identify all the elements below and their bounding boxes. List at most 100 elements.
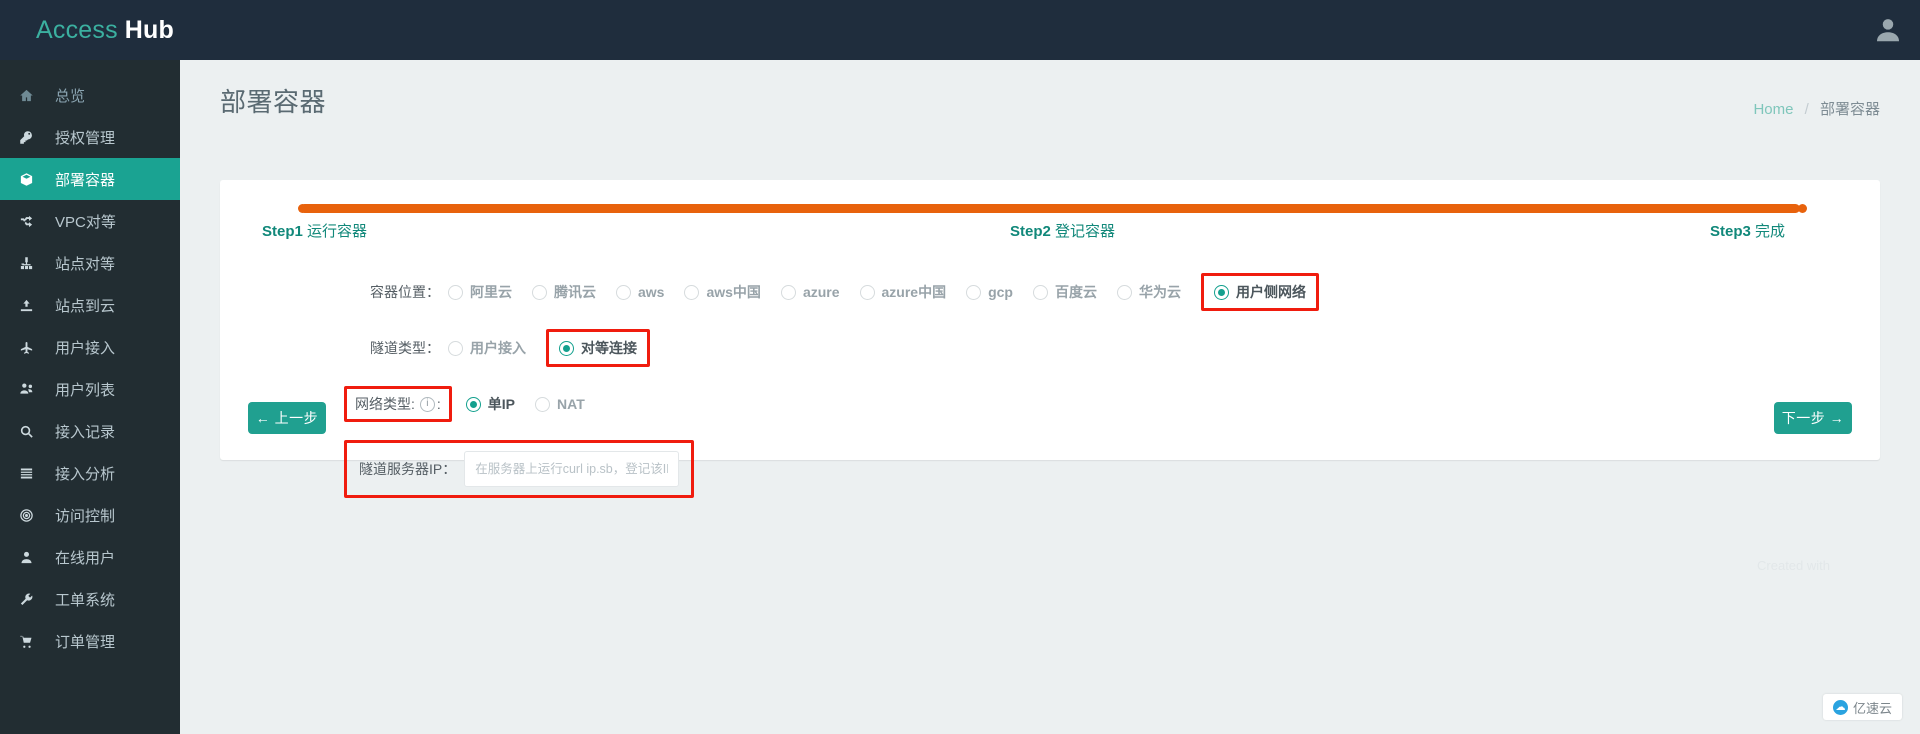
brand-name-first: Access: [36, 15, 118, 44]
stepper-name-2: 登记容器: [1055, 223, 1116, 240]
upload-icon: [19, 298, 45, 313]
sidebar-item-label: 在线用户: [55, 549, 116, 567]
sidebar-item-在线用户[interactable]: 在线用户: [0, 536, 180, 578]
tunnel-type-label: 隧道类型：: [370, 340, 440, 356]
deploy-container-panel: Step1 运行容器 Step2 登记容器 Step3 完成 容器位置： 阿里云…: [220, 180, 1880, 498]
stepper-name-1: 运行容器: [307, 223, 368, 240]
cloud-icon: ☁: [1832, 699, 1848, 715]
plane-icon: [19, 340, 45, 355]
users-icon: [19, 381, 45, 397]
user-avatar-button[interactable]: [1856, 0, 1920, 60]
sidebar-item-总览[interactable]: 总览: [0, 74, 180, 116]
location-option-label: 华为云: [1138, 284, 1181, 300]
sidebar-item-接入分析[interactable]: 接入分析: [0, 452, 180, 494]
sidebar-item-接入记录[interactable]: 接入记录: [0, 410, 180, 452]
user-avatar-icon: [1877, 19, 1899, 42]
sidebar-item-label: 总览: [55, 87, 86, 105]
sidebar-item-label: 用户接入: [55, 339, 116, 357]
radio-icon-selected[interactable]: [1213, 284, 1229, 300]
brand-name-second: Hub: [124, 15, 174, 44]
location-option-用户侧网络[interactable]: 用户侧网络: [1213, 282, 1306, 302]
search-icon: [19, 424, 45, 439]
sidebar-item-label: 站点到云: [55, 297, 116, 315]
sidebar-item-label: 站点对等: [55, 255, 116, 273]
sidebar-item-工单系统[interactable]: 工单系统: [0, 578, 180, 620]
sidebar-item-访问控制[interactable]: 访问控制: [0, 494, 180, 536]
breadcrumb-separator: /: [1804, 101, 1809, 118]
tunnel-option-对等连接[interactable]: 对等连接: [559, 338, 637, 358]
radio-icon[interactable]: [1032, 284, 1048, 300]
sidebar-item-部署容器[interactable]: 部署容器: [0, 158, 180, 200]
sidebar-item-站点对等[interactable]: 站点对等: [0, 242, 180, 284]
prev-step-button[interactable]: ← 上一步: [248, 402, 326, 434]
tunnel-option-用户接入[interactable]: 用户接入: [448, 338, 526, 358]
annotation-box-peer-connection: 对等连接: [546, 329, 650, 367]
stepper-label-2: Step2 登记容器: [1010, 220, 1115, 241]
sitemap-icon: [19, 256, 45, 271]
radio-icon[interactable]: [859, 284, 875, 300]
radio-icon[interactable]: [780, 284, 796, 300]
sidebar-item-用户列表[interactable]: 用户列表: [0, 368, 180, 410]
stepper-dot-1: [298, 204, 307, 213]
sidebar-item-订单管理[interactable]: 订单管理: [0, 620, 180, 662]
page-header: 部署容器 Home / 部署容器: [180, 60, 1920, 138]
radio-icon[interactable]: [616, 284, 631, 300]
app-root: Access Hub 总览 授权管理 部署容器 VPC对等 站点对等 站点到云 …: [0, 0, 1920, 734]
radio-icon[interactable]: [448, 284, 463, 300]
tunnel-option-label: 用户接入: [470, 340, 526, 356]
wizard-stepper: Step1 运行容器 Step2 登记容器 Step3 完成: [220, 180, 1880, 250]
sidebar-item-label: 订单管理: [55, 633, 116, 651]
tunnel-option-label: 对等连接: [581, 340, 637, 356]
site-watermark-text: 亿速云: [1852, 700, 1892, 716]
wizard-footer: ← 上一步 下一步 →: [220, 402, 1880, 442]
breadcrumb-current: 部署容器: [1819, 101, 1880, 118]
stepper-num-1: Step1: [262, 223, 303, 240]
stepper-dot-2: [1048, 204, 1057, 213]
tunnel-server-ip-input[interactable]: [464, 451, 680, 487]
sidebar-item-VPC对等[interactable]: VPC对等: [0, 200, 180, 242]
radio-icon[interactable]: [532, 284, 547, 300]
home-icon: [19, 88, 45, 103]
stepper-num-2: Step2: [1010, 223, 1051, 240]
brand-logo[interactable]: Access Hub: [0, 0, 180, 60]
location-option-label: 百度云: [1054, 284, 1097, 300]
next-step-button[interactable]: 下一步 →: [1774, 402, 1852, 434]
stepper-dot-3: [1798, 204, 1807, 213]
location-option-label: aws: [638, 284, 665, 300]
cube-icon: [19, 172, 45, 187]
tunnel-type-row: 隧道类型： 用户接入 对等连接: [220, 328, 1880, 368]
location-option-azure[interactable]: azure: [780, 284, 840, 300]
sidebar-item-label: 工单系统: [55, 591, 116, 609]
location-option-华为云[interactable]: 华为云: [1116, 282, 1181, 302]
sidebar-item-label: VPC对等: [55, 213, 116, 231]
breadcrumb-home-link[interactable]: Home: [1753, 101, 1793, 118]
location-option-gcp[interactable]: gcp: [966, 284, 1013, 300]
location-option-aws[interactable]: aws: [616, 284, 664, 300]
site-watermark-badge: ☁ 亿速云: [1822, 694, 1902, 720]
sidebar-item-label: 部署容器: [55, 171, 116, 189]
sidebar-item-授权管理[interactable]: 授权管理: [0, 116, 180, 158]
breadcrumb: Home / 部署容器: [1753, 98, 1880, 119]
stepper-label-3: Step3 完成: [1710, 220, 1785, 241]
container-location-label: 容器位置：: [370, 284, 440, 300]
location-option-aws中国[interactable]: aws中国: [684, 282, 761, 302]
sidebar-item-label: 授权管理: [55, 129, 116, 147]
sidebar-item-用户接入[interactable]: 用户接入: [0, 326, 180, 368]
radio-icon[interactable]: [966, 284, 982, 300]
location-option-腾讯云[interactable]: 腾讯云: [532, 282, 596, 302]
radio-icon[interactable]: [1116, 284, 1132, 300]
location-option-百度云[interactable]: 百度云: [1032, 282, 1097, 302]
radio-icon[interactable]: [448, 340, 463, 356]
sidebar: 总览 授权管理 部署容器 VPC对等 站点对等 站点到云 用户接入 用户列表 接…: [0, 60, 180, 734]
stepper-name-3: 完成: [1755, 223, 1786, 240]
location-option-label: gcp: [988, 284, 1013, 300]
location-option-阿里云[interactable]: 阿里云: [448, 282, 512, 302]
location-option-azure中国[interactable]: azure中国: [859, 282, 947, 302]
shuffle-icon: [19, 214, 45, 229]
location-option-label: azure中国: [881, 284, 947, 300]
radio-icon[interactable]: [684, 284, 700, 300]
created-with-watermark: Created with: [1757, 558, 1830, 573]
radio-icon-selected[interactable]: [559, 340, 574, 356]
sidebar-item-站点到云[interactable]: 站点到云: [0, 284, 180, 326]
wrench-icon: [19, 592, 45, 607]
